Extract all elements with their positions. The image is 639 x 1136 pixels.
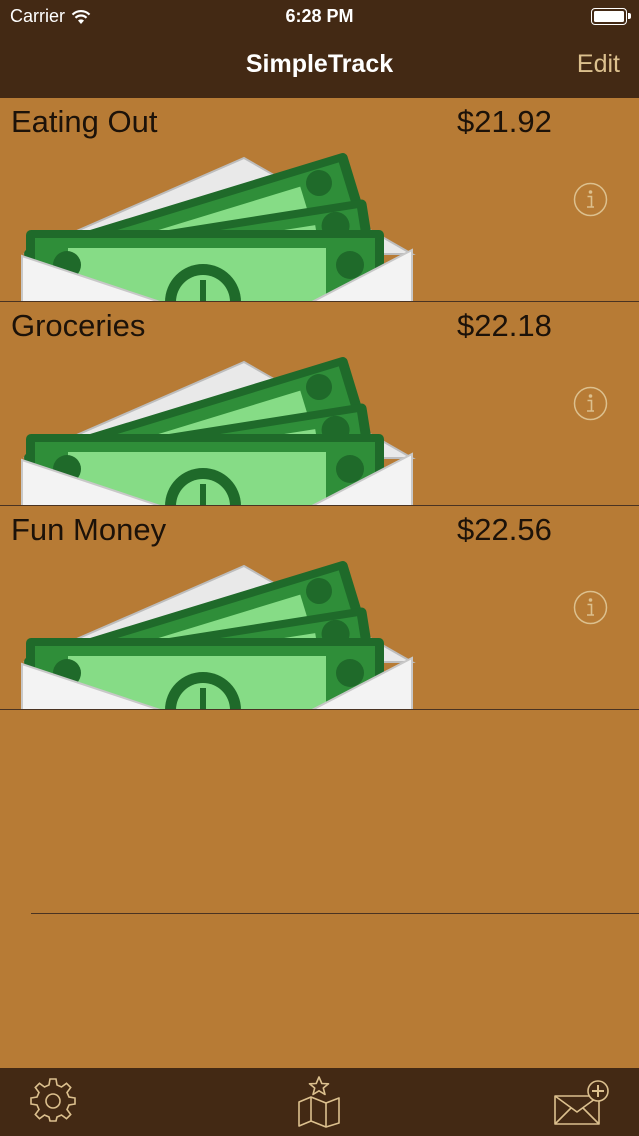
envelope-amount: $22.56 xyxy=(457,512,552,547)
status-time: 6:28 PM xyxy=(285,6,354,26)
envelope-amount: $22.18 xyxy=(457,308,552,343)
empty-row-separator xyxy=(31,913,639,914)
battery-icon xyxy=(591,8,631,25)
bottom-toolbar xyxy=(0,1068,639,1136)
status-bar: Carrier 6:28 PM xyxy=(0,0,639,34)
list-item[interactable]: Fun Money $22.56 xyxy=(0,506,639,710)
info-icon[interactable] xyxy=(573,386,608,421)
envelope-name: Groceries xyxy=(11,308,146,343)
list-item[interactable]: Groceries $22.18 xyxy=(0,302,639,506)
info-icon[interactable] xyxy=(573,590,608,625)
envelope-cash-icon xyxy=(20,144,416,302)
map-icon[interactable] xyxy=(296,1076,342,1128)
envelope-cash-icon xyxy=(20,348,416,506)
envelope-amount: $21.92 xyxy=(457,104,552,139)
edit-button[interactable]: Edit xyxy=(577,50,620,79)
page-title: SimpleTrack xyxy=(245,50,394,78)
info-icon[interactable] xyxy=(573,182,608,217)
envelope-cash-icon xyxy=(20,552,416,710)
envelope-name: Eating Out xyxy=(11,104,158,139)
envelope-name: Fun Money xyxy=(11,512,167,547)
row-separator xyxy=(0,709,639,710)
mail-add-icon[interactable] xyxy=(553,1080,609,1126)
gear-icon[interactable] xyxy=(30,1078,76,1124)
top-bar: Carrier 6:28 PM SimpleTrack Edit xyxy=(0,0,639,98)
list-item[interactable]: Eating Out $21.92 xyxy=(0,98,639,302)
